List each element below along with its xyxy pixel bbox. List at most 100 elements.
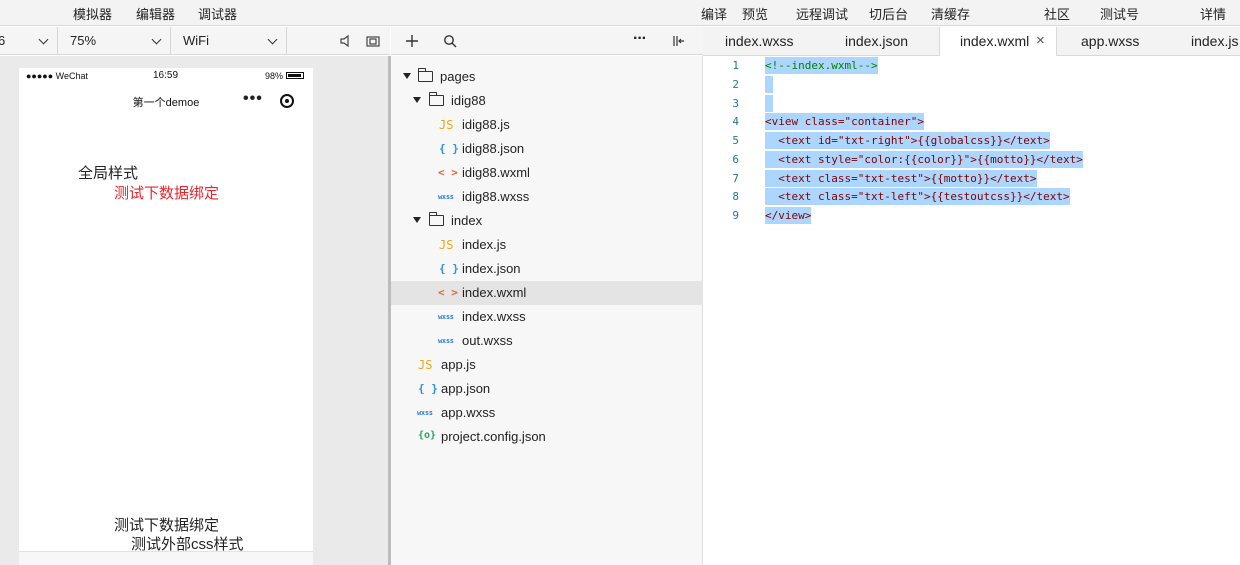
- code-line: <text class="txt-left">{{testoutcss}}</t…: [765, 188, 1070, 205]
- phone-bottom-bar: [19, 551, 313, 565]
- tree-label: index.json: [462, 261, 521, 276]
- json-file-icon: { }: [439, 142, 459, 155]
- code-line: <text id="txt-right">{{globalcss}}</text…: [765, 132, 1050, 149]
- tree-file-index-wxss[interactable]: wxss index.wxss: [391, 305, 703, 329]
- line-number: 9: [732, 209, 739, 222]
- simulator-toolbar: 6 75% WiFi: [0, 27, 390, 55]
- tree-file-index-js[interactable]: JS index.js: [391, 233, 703, 257]
- tree-folder-pages[interactable]: pages: [391, 65, 703, 89]
- chevron-down-icon: [38, 34, 49, 45]
- tree-file-index-json[interactable]: { } index.json: [391, 257, 703, 281]
- search-icon[interactable]: [443, 34, 457, 48]
- tree-file-idig88-js[interactable]: JS idig88.js: [391, 113, 703, 137]
- menu-remote-debug[interactable]: 远程调试: [796, 4, 848, 23]
- menu-compile[interactable]: 编译: [701, 4, 727, 23]
- device-select[interactable]: 6: [0, 27, 58, 55]
- tree-label: out.wxss: [462, 333, 513, 348]
- tab-index-wxss[interactable]: index.wxss: [703, 27, 821, 56]
- tab-index-json[interactable]: index.json: [821, 27, 939, 56]
- simulator-area: ●●●●● WeChat 16:59 98% 第一个demoe ••• 全局样式…: [0, 56, 388, 565]
- tree-label: idig88.wxss: [462, 189, 530, 204]
- tree-file-project-config[interactable]: {o} project.config.json: [391, 425, 703, 449]
- tree-file-idig88-json[interactable]: { } idig88.json: [391, 137, 703, 161]
- line-number: 2: [732, 78, 739, 91]
- data-bind-red-text: 测试下数据绑定: [114, 185, 220, 202]
- wxss-file-icon: wxss: [438, 193, 454, 201]
- tree-file-idig88-wxss[interactable]: wxss idig88.wxss: [391, 185, 703, 209]
- code-line: <text class="txt-test">{{motto}}</text>: [765, 170, 1037, 187]
- folder-icon: [429, 212, 444, 226]
- line-number: 4: [732, 115, 739, 128]
- zoom-value: 75%: [70, 33, 97, 48]
- more-options-icon[interactable]: ···: [633, 30, 647, 48]
- data-bind-text: 测试下数据绑定: [114, 517, 220, 534]
- device-value: 6: [0, 33, 6, 48]
- tree-label: index.wxss: [462, 309, 526, 324]
- phone-screen[interactable]: ●●●●● WeChat 16:59 98% 第一个demoe ••• 全局样式…: [19, 68, 313, 565]
- tab-index-wxml[interactable]: index.wxml ×: [939, 27, 1057, 57]
- menu-background[interactable]: 切后台: [869, 4, 908, 23]
- carrier-text: ●●●●● WeChat: [26, 71, 89, 81]
- menu-debugger[interactable]: 调试器: [198, 4, 237, 23]
- tree-label: project.config.json: [441, 429, 546, 444]
- tree-file-idig88-wxml[interactable]: < > idig88.wxml: [391, 161, 703, 185]
- folder-icon: [418, 68, 433, 82]
- js-file-icon: JS: [439, 238, 454, 252]
- tree-folder-idig88[interactable]: idig88: [391, 89, 703, 113]
- close-icon[interactable]: ×: [1036, 32, 1045, 49]
- tree-label: app.wxss: [441, 405, 496, 420]
- network-select[interactable]: WiFi: [171, 27, 287, 55]
- tree-file-app-js[interactable]: JS app.js: [391, 353, 703, 377]
- tree-file-index-wxml[interactable]: < > index.wxml: [391, 281, 703, 305]
- tree-label: pages: [440, 69, 476, 84]
- editor-tab-bar: index.wxss index.json index.wxml × app.w…: [703, 27, 1240, 57]
- global-style-text: 全局样式: [78, 165, 139, 182]
- tree-file-out-wxss[interactable]: wxss out.wxss: [391, 329, 703, 353]
- add-icon[interactable]: [405, 34, 419, 48]
- expand-arrow-icon: [413, 217, 421, 223]
- menu-editor[interactable]: 编辑器: [136, 4, 175, 23]
- tree-folder-index[interactable]: index: [391, 209, 703, 233]
- line-number: 6: [732, 153, 739, 166]
- menu-simulator[interactable]: 模拟器: [73, 4, 112, 23]
- more-menu-icon[interactable]: •••: [243, 90, 263, 108]
- code-line-blank: [765, 76, 773, 93]
- code-line: <view class="container">: [765, 113, 924, 130]
- tree-label: app.js: [441, 357, 476, 372]
- wxml-file-icon: < >: [438, 286, 458, 299]
- code-editor[interactable]: 1 2 3 4 5 6 7 8 9 <!--index.wxml--> <vie…: [703, 56, 1240, 565]
- tree-label: index: [451, 213, 483, 228]
- tree-file-app-json[interactable]: { } app.json: [391, 377, 703, 401]
- code-line: </view>: [765, 207, 812, 224]
- line-number: 5: [732, 134, 739, 147]
- tree-label: index.js: [462, 237, 507, 252]
- code-line: <!--index.wxml-->: [765, 57, 878, 74]
- battery-text: 98%: [265, 71, 284, 81]
- tab-label: index.wxml: [960, 33, 1030, 49]
- wxml-file-icon: < >: [438, 166, 458, 179]
- window-detach-icon[interactable]: [366, 34, 380, 48]
- wxss-file-icon: wxss: [438, 337, 454, 345]
- menu-test-account[interactable]: 测试号: [1100, 4, 1139, 23]
- tab-index-js[interactable]: index.js: [1167, 27, 1240, 56]
- collapse-panel-icon[interactable]: [671, 34, 685, 48]
- menu-details[interactable]: 详情: [1200, 4, 1226, 23]
- line-number: 3: [732, 97, 739, 110]
- network-value: WiFi: [183, 33, 209, 48]
- speaker-icon[interactable]: [338, 34, 352, 48]
- config-file-icon: {o}: [418, 430, 437, 441]
- line-number: 1: [732, 59, 739, 72]
- menu-community[interactable]: 社区: [1044, 4, 1070, 23]
- line-number: 8: [732, 190, 739, 203]
- nav-title: 第一个demoe: [132, 97, 200, 109]
- tree-label: idig88: [451, 93, 486, 108]
- explorer-toolbar: ···: [391, 27, 703, 55]
- wxss-file-icon: wxss: [417, 409, 433, 417]
- menu-clear-cache[interactable]: 清缓存: [931, 4, 970, 23]
- code-line-blank: [765, 95, 773, 112]
- zoom-select[interactable]: 75%: [58, 27, 171, 55]
- menu-preview[interactable]: 预览: [742, 4, 768, 23]
- tree-file-app-wxss[interactable]: wxss app.wxss: [391, 401, 703, 425]
- close-capsule-icon[interactable]: [280, 94, 294, 108]
- tab-app-wxss[interactable]: app.wxss: [1057, 27, 1167, 56]
